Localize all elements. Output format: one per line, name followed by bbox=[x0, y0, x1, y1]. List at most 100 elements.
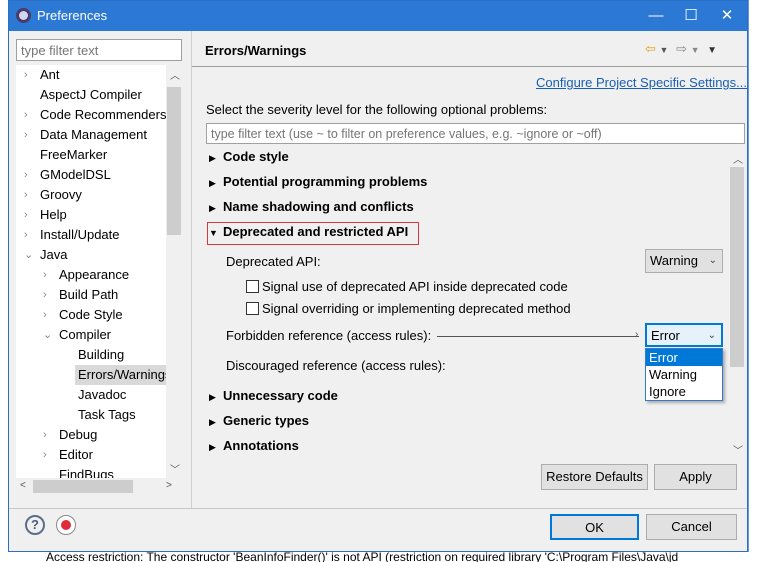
tree-item[interactable]: FreeMarker bbox=[16, 145, 166, 165]
tree-item[interactable]: › Code Style bbox=[16, 305, 166, 325]
section-code-style[interactable]: ▶ Code style bbox=[209, 149, 289, 164]
section-annotations[interactable]: ▶ Annotations bbox=[209, 438, 299, 453]
chevron-right-icon[interactable]: › bbox=[24, 105, 36, 125]
section-unnecessary-code[interactable]: ▶ Unnecessary code bbox=[209, 388, 338, 403]
problem-filter-input[interactable] bbox=[206, 123, 745, 144]
chevron-right-icon[interactable]: › bbox=[43, 285, 55, 305]
chevron-down-icon[interactable]: ⌄ bbox=[24, 245, 36, 265]
divider bbox=[9, 508, 747, 509]
chevron-down-icon: ⌄ bbox=[707, 330, 716, 341]
chevron-right-icon[interactable]: › bbox=[24, 225, 36, 245]
tree-item-label: Debug bbox=[59, 427, 98, 442]
forward-arrow-icon[interactable]: ⇨ bbox=[676, 41, 687, 56]
section-name-shadowing[interactable]: ▶ Name shadowing and conflicts bbox=[209, 199, 414, 214]
chevron-right-icon[interactable]: › bbox=[43, 425, 55, 445]
tree-vertical-scrollbar[interactable]: ︿ ﹀ bbox=[166, 65, 182, 478]
tree-item[interactable]: AspectJ Compiler bbox=[16, 85, 166, 105]
preference-tree: › Ant AspectJ Compiler › Code Recommenders › D… bbox=[16, 65, 166, 478]
expand-icon: ▶ bbox=[209, 178, 216, 188]
chevron-right-icon[interactable]: › bbox=[43, 445, 55, 465]
option-error[interactable]: Error bbox=[646, 349, 722, 366]
tree-item-label: AspectJ Compiler bbox=[40, 87, 142, 102]
tree-item[interactable]: Building bbox=[16, 345, 166, 365]
tree-item[interactable]: › Groovy bbox=[16, 185, 166, 205]
collapse-icon: ▼ bbox=[209, 228, 218, 238]
maximize-button[interactable]: ☐ bbox=[676, 5, 706, 27]
tree-item[interactable]: ⌄ Compiler bbox=[16, 325, 166, 345]
scroll-down-icon[interactable]: ﹀ bbox=[733, 442, 743, 457]
chevron-right-icon[interactable]: › bbox=[43, 265, 55, 285]
content-vertical-scrollbar[interactable]: ︿ ﹀ bbox=[729, 149, 745, 461]
title-bar[interactable]: Preferences — ☐ ✕ bbox=[9, 1, 747, 31]
chevron-right-icon[interactable]: › bbox=[24, 165, 36, 185]
expand-icon: ▶ bbox=[209, 392, 216, 402]
eclipse-icon bbox=[16, 8, 31, 23]
help-icon[interactable]: ? bbox=[25, 515, 45, 535]
tree-item[interactable]: ⌄ Java bbox=[16, 245, 166, 265]
overriding-deprecated-checkbox[interactable] bbox=[246, 302, 259, 315]
restore-defaults-button[interactable]: Restore Defaults bbox=[541, 464, 648, 490]
chevron-right-icon[interactable]: › bbox=[43, 305, 55, 325]
section-generic-types[interactable]: ▶ Generic types bbox=[209, 413, 309, 428]
option-warning[interactable]: Warning bbox=[646, 366, 722, 383]
section-label: Deprecated and restricted API bbox=[223, 224, 409, 239]
tree-item[interactable]: › Debug bbox=[16, 425, 166, 445]
tree-filter-input[interactable] bbox=[16, 39, 182, 61]
configure-project-link[interactable]: Configure Project Specific Settings... bbox=[536, 75, 747, 90]
section-potential-problems[interactable]: ▶ Potential programming problems bbox=[209, 174, 427, 189]
scroll-down-icon[interactable]: ﹀ bbox=[170, 461, 180, 476]
deprecated-api-select[interactable]: Warning ⌄ bbox=[645, 249, 723, 273]
tree-item[interactable]: Task Tags bbox=[16, 405, 166, 425]
chevron-right-icon[interactable]: › bbox=[24, 65, 36, 85]
forward-menu-icon[interactable]: ▼ bbox=[691, 45, 700, 55]
close-button[interactable]: ✕ bbox=[712, 5, 742, 27]
tree-item[interactable]: Errors/Warnings bbox=[75, 365, 166, 385]
ok-button[interactable]: OK bbox=[550, 514, 639, 540]
deprecated-inside-deprecated-checkbox[interactable] bbox=[246, 280, 259, 293]
arrow-line bbox=[437, 336, 639, 337]
history-nav: ⇦ ▼ ⇨ ▼ ▼ bbox=[645, 41, 717, 57]
minimize-button[interactable]: — bbox=[641, 5, 671, 27]
tree-item-label: Install/Update bbox=[40, 227, 120, 242]
chevron-right-icon[interactable]: › bbox=[24, 185, 36, 205]
scroll-up-icon[interactable]: ︿ bbox=[733, 151, 743, 166]
section-label: Unnecessary code bbox=[223, 388, 338, 403]
tree-item[interactable]: › Install/Update bbox=[16, 225, 166, 245]
chevron-right-icon[interactable]: › bbox=[24, 125, 36, 145]
tree-horizontal-scrollbar[interactable]: < > bbox=[16, 478, 182, 495]
section-deprecated-api[interactable]: ▼ Deprecated and restricted API bbox=[209, 224, 408, 239]
scroll-thumb[interactable] bbox=[167, 87, 181, 235]
scroll-up-icon[interactable]: ︿ bbox=[170, 67, 180, 82]
tree-item[interactable]: › Data Management bbox=[16, 125, 166, 145]
chevron-right-icon[interactable]: › bbox=[24, 205, 36, 225]
apply-button[interactable]: Apply bbox=[654, 464, 737, 490]
tree-item[interactable]: Javadoc bbox=[16, 385, 166, 405]
tree-item[interactable]: › Ant bbox=[16, 65, 166, 85]
chevron-down-icon[interactable]: ⌄ bbox=[43, 325, 55, 345]
preferences-dialog: Preferences — ☐ ✕ › Ant AspectJ Compiler › C… bbox=[8, 0, 748, 552]
tree-item[interactable]: › Editor bbox=[16, 445, 166, 465]
scroll-thumb[interactable] bbox=[730, 167, 744, 367]
tree-item[interactable]: › Appearance bbox=[16, 265, 166, 285]
tree-item-label: Build Path bbox=[59, 287, 119, 302]
tree-item[interactable]: › Code Recommenders bbox=[16, 105, 166, 125]
record-macro-icon[interactable] bbox=[56, 515, 76, 535]
forbidden-reference-label: Forbidden reference (access rules): bbox=[226, 328, 432, 343]
discouraged-reference-label: Discouraged reference (access rules): bbox=[226, 358, 446, 373]
view-menu-icon[interactable]: ▼ bbox=[707, 45, 717, 56]
scroll-right-icon[interactable]: > bbox=[166, 480, 172, 491]
tree-item[interactable]: › Help bbox=[16, 205, 166, 225]
divider[interactable] bbox=[191, 31, 192, 508]
forbidden-reference-select[interactable]: Error ⌄ bbox=[645, 323, 723, 347]
option-ignore[interactable]: Ignore bbox=[646, 383, 722, 400]
tree-item[interactable]: FindBugs bbox=[16, 465, 166, 478]
window-title: Preferences bbox=[37, 8, 108, 23]
scroll-thumb[interactable] bbox=[33, 480, 133, 493]
tree-item[interactable]: › GModelDSL bbox=[16, 165, 166, 185]
back-menu-icon[interactable]: ▼ bbox=[660, 45, 669, 55]
scroll-left-icon[interactable]: < bbox=[20, 480, 26, 491]
back-arrow-icon[interactable]: ⇦ bbox=[645, 41, 656, 56]
cancel-button[interactable]: Cancel bbox=[646, 514, 737, 540]
section-label: Potential programming problems bbox=[223, 174, 428, 189]
tree-item[interactable]: › Build Path bbox=[16, 285, 166, 305]
